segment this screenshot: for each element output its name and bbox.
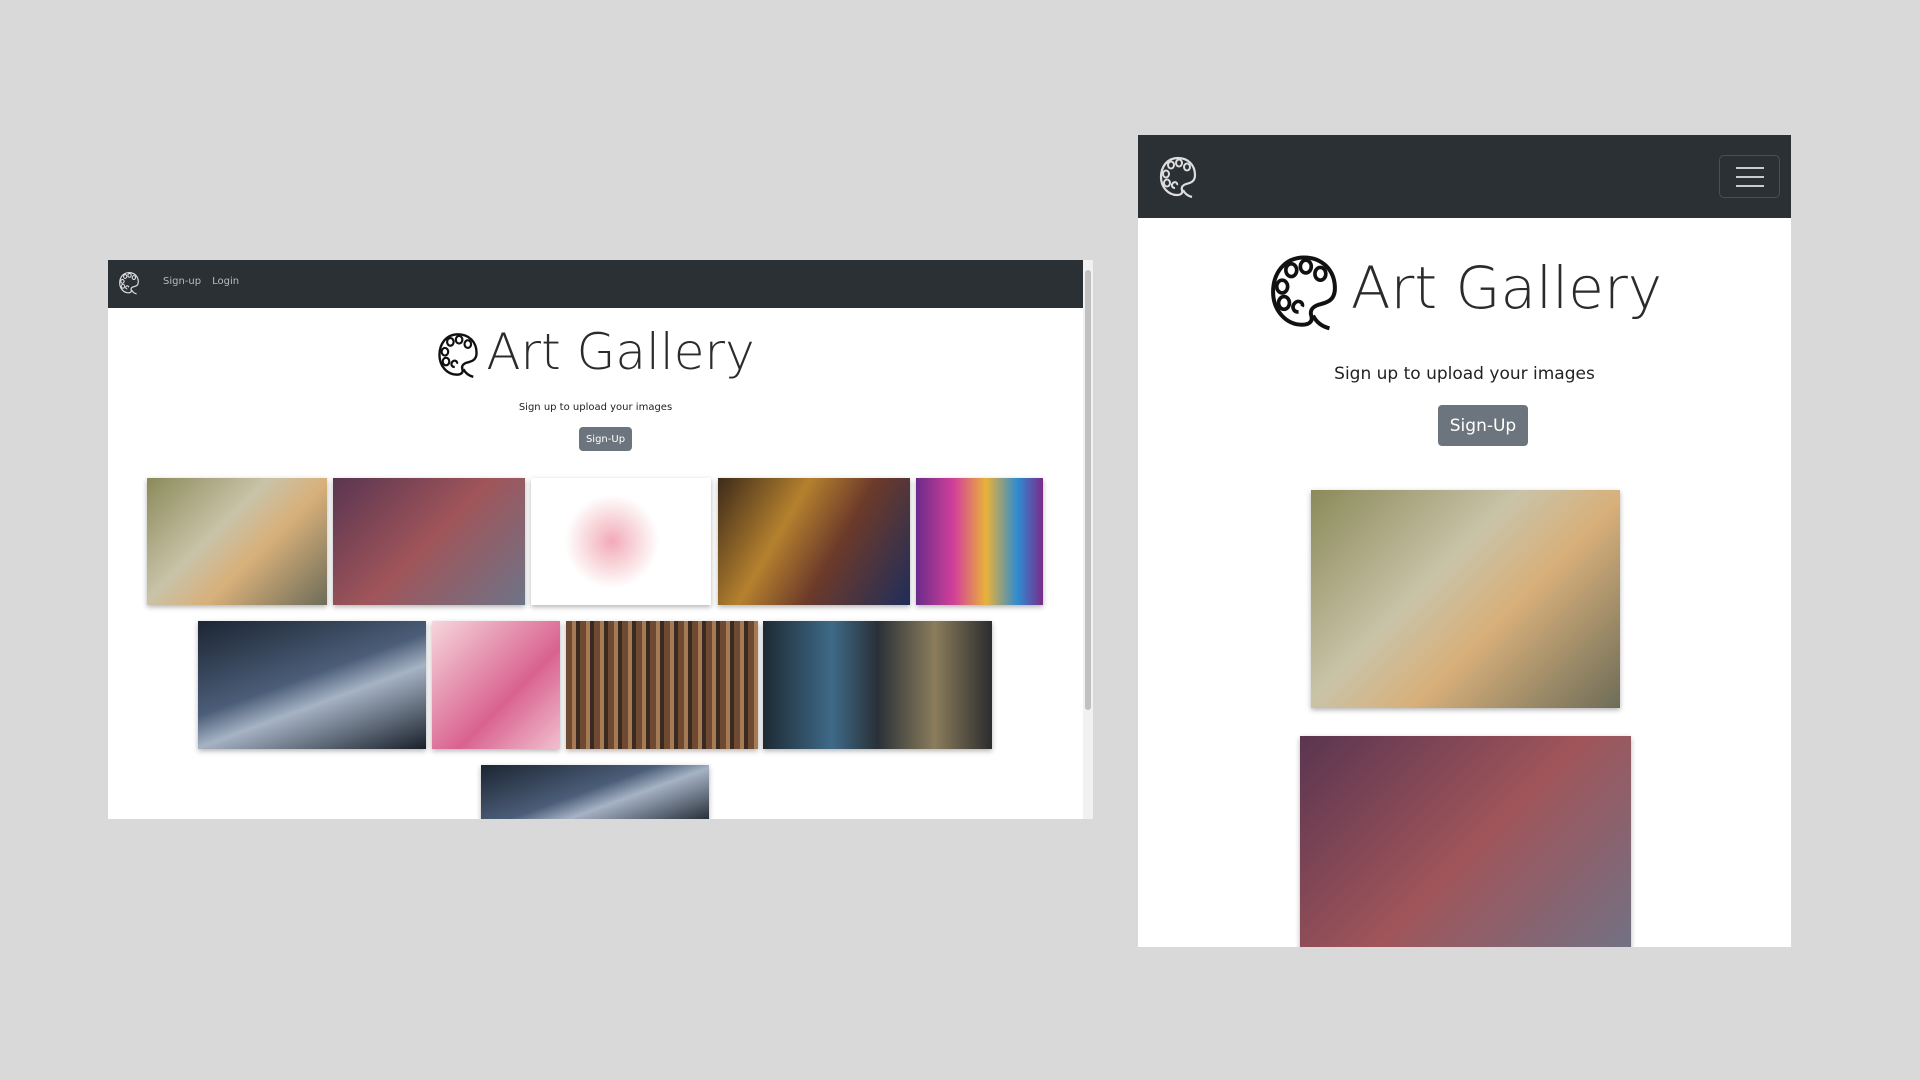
palette-logo-icon[interactable] bbox=[1158, 155, 1198, 199]
navbar: Sign-up Login bbox=[108, 260, 1083, 308]
palette-icon bbox=[1267, 252, 1341, 332]
gallery-image-pink-watercolor[interactable] bbox=[432, 621, 560, 749]
palette-logo-icon[interactable] bbox=[118, 271, 140, 295]
navbar bbox=[1138, 135, 1791, 218]
gallery-image-lowpoly-deer[interactable] bbox=[1300, 736, 1631, 947]
subtitle: Sign up to upload your images bbox=[518, 402, 673, 413]
gallery-image-book-door[interactable] bbox=[566, 621, 758, 749]
gallery-image-moon-mountains-2[interactable] bbox=[481, 765, 709, 819]
hamburger-icon-line bbox=[1735, 184, 1764, 187]
gallery-image-lowpoly-deer[interactable] bbox=[333, 478, 525, 605]
desktop-preview: Sign-up Login Art Gallery Sign up to upl… bbox=[108, 260, 1093, 819]
mobile-preview: Art Gallery Sign up to upload your image… bbox=[1138, 135, 1791, 947]
title-text: Art Gallery bbox=[1350, 254, 1663, 322]
menu-toggle-button[interactable] bbox=[1719, 155, 1780, 198]
title-text: Art Gallery bbox=[486, 323, 755, 381]
gallery-image-stained-mural[interactable] bbox=[718, 478, 910, 605]
gallery-image-bicycle-mural[interactable] bbox=[1311, 490, 1620, 708]
scrollbar-thumb[interactable] bbox=[1085, 270, 1091, 710]
nav-login-link[interactable]: Login bbox=[212, 276, 239, 287]
scrollbar[interactable] bbox=[1083, 260, 1093, 819]
palette-icon bbox=[436, 331, 480, 379]
signup-button[interactable]: Sign-Up bbox=[579, 427, 632, 451]
gallery-image-watercolor-flowers[interactable] bbox=[531, 478, 711, 605]
gallery-image-painted-face[interactable] bbox=[916, 478, 1043, 605]
hamburger-icon bbox=[1735, 166, 1764, 169]
hamburger-icon-line bbox=[1735, 175, 1764, 178]
nav-signup-link[interactable]: Sign-up bbox=[163, 276, 201, 287]
page-title: Art Gallery bbox=[1138, 245, 1791, 331]
signup-button[interactable]: Sign-Up bbox=[1438, 405, 1528, 446]
gallery-image-bicycle-mural[interactable] bbox=[147, 478, 327, 605]
gallery-image-eye-mask[interactable] bbox=[763, 621, 992, 749]
gallery-image-moon-mountains[interactable] bbox=[198, 621, 426, 749]
page-title: Art Gallery bbox=[108, 322, 1083, 382]
subtitle: Sign up to upload your images bbox=[1334, 364, 1595, 384]
